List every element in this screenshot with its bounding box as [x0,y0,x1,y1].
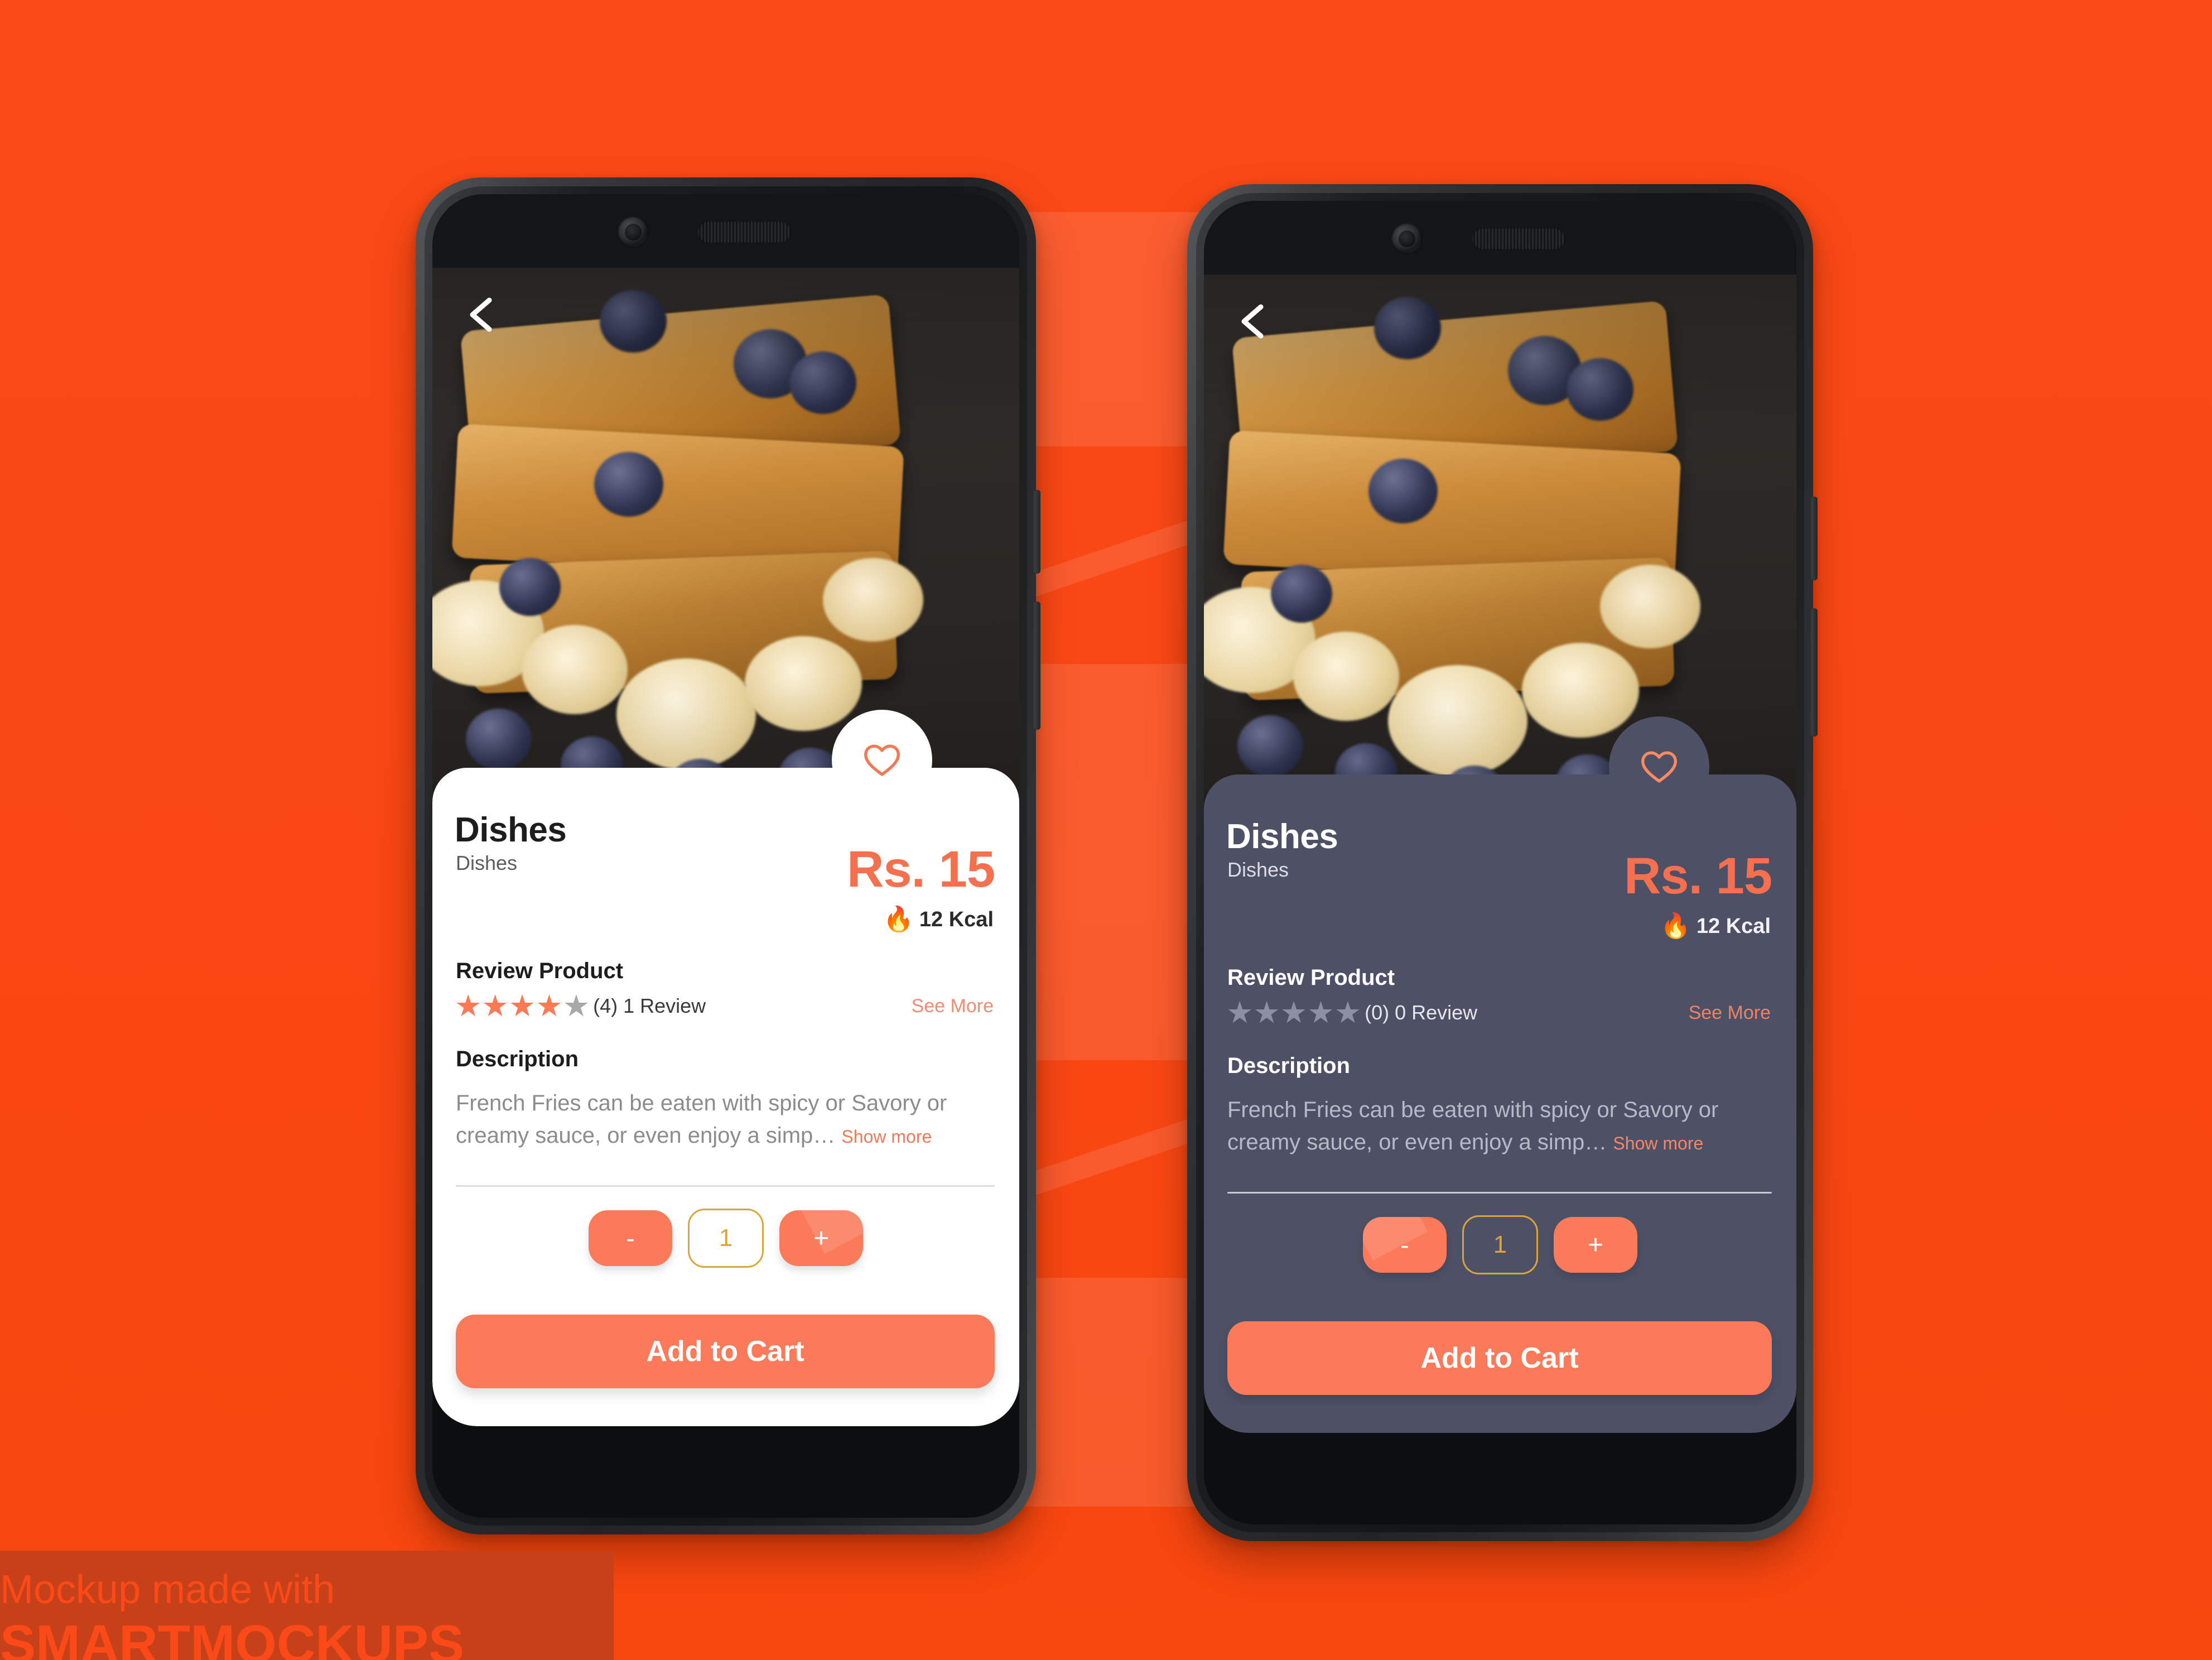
quantity-stepper: - 1 + [1204,1215,1796,1274]
add-to-cart-button[interactable]: Add to Cart [1227,1321,1772,1395]
mockup-watermark: Mockup made with SMARTMOCKUPS [0,1551,614,1660]
card-divider [1227,1192,1772,1194]
mockup-watermark-line2: SMARTMOCKUPS [0,1614,464,1660]
volume-button[interactable] [1811,608,1818,737]
add-to-cart-button[interactable]: Add to Cart [456,1315,995,1388]
flame-icon: 🔥 [883,906,914,933]
power-button[interactable] [1811,497,1818,580]
see-more-link[interactable]: See More [1689,1002,1771,1024]
description-text: French Fries can be eaten with spicy or … [456,1087,995,1152]
star-1[interactable]: ★ [1226,998,1253,1028]
star-2[interactable]: ★ [481,991,508,1021]
review-heading: Review Product [456,959,624,983]
description-heading: Description [1227,1053,1351,1078]
increment-label: + [813,1223,830,1253]
product-title: Dishes [455,811,567,849]
see-more-link[interactable]: See More [912,995,994,1017]
front-camera-icon [1391,223,1423,254]
product-price: Rs. 15 [846,841,995,898]
increment-button[interactable]: + [779,1210,863,1266]
phone-top-bezel [432,194,1019,268]
quantity-value: 1 [1493,1231,1507,1258]
description-heading: Description [456,1047,579,1071]
background [0,0,2212,1660]
quantity-field[interactable]: 1 [688,1209,764,1268]
card-divider [456,1185,995,1187]
screen-light: Dishes Dishes Rs. 15 🔥 12 Kcal Review Pr… [432,268,1019,1426]
power-button[interactable] [1034,490,1040,574]
product-subtitle: Dishes [456,851,518,874]
decrement-label: - [626,1224,635,1253]
star-5[interactable]: ★ [563,991,590,1021]
description-text: French Fries can be eaten with spicy or … [1227,1094,1772,1158]
show-more-link[interactable]: Show more [1613,1133,1703,1153]
increment-label: + [1587,1230,1604,1260]
phone-light: Dishes Dishes Rs. 15 🔥 12 Kcal Review Pr… [416,177,1040,1534]
star-4[interactable]: ★ [1307,998,1334,1028]
increment-button[interactable]: + [1554,1217,1637,1273]
review-summary: (4) 1 Review [593,994,706,1017]
rating-stars[interactable]: ★ ★ ★ ★ ★ (0) 0 Review [1226,998,1477,1028]
rating-stars[interactable]: ★ ★ ★ ★ ★ (4) 1 Review [455,991,706,1021]
product-subtitle: Dishes [1227,858,1289,881]
decrement-button[interactable]: - [589,1210,672,1266]
quantity-value: 1 [719,1224,733,1252]
front-camera-icon [618,216,649,248]
quantity-field[interactable]: 1 [1462,1215,1538,1274]
star-3[interactable]: ★ [1280,998,1307,1028]
calorie-badge: 🔥 12 Kcal [1660,914,1771,939]
back-button[interactable] [1227,295,1281,348]
chevron-left-icon [470,297,492,332]
calorie-value: 12 Kcal [919,907,994,931]
star-5[interactable]: ★ [1334,998,1361,1028]
product-price: Rs. 15 [1623,848,1772,904]
earpiece-speaker-icon [697,221,791,243]
phone-dark: Dishes Dishes Rs. 15 🔥 12 Kcal Review Pr… [1187,184,1818,1541]
add-to-cart-label: Add to Cart [1420,1342,1579,1374]
star-2[interactable]: ★ [1253,998,1280,1028]
product-detail-card: Dishes Dishes Rs. 15 🔥 12 Kcal Review Pr… [432,710,1019,1426]
review-summary: (0) 0 Review [1365,1001,1478,1024]
chevron-left-icon [1241,304,1264,339]
volume-button[interactable] [1034,602,1040,730]
show-more-link[interactable]: Show more [841,1127,932,1147]
review-heading: Review Product [1227,965,1395,990]
product-title: Dishes [1226,817,1338,856]
phone-screen-bezel: Dishes Dishes Rs. 15 🔥 12 Kcal Review Pr… [432,194,1019,1518]
calorie-badge: 🔥 12 Kcal [883,907,994,932]
mockup-watermark-line1: Mockup made with [0,1567,335,1612]
flame-icon: 🔥 [1660,912,1691,940]
quantity-stepper: - 1 + [432,1209,1019,1268]
earpiece-speaker-icon [1472,228,1565,250]
decrement-label: - [1400,1230,1409,1259]
star-4[interactable]: ★ [536,991,562,1021]
calorie-value: 12 Kcal [1696,914,1771,938]
product-detail-card: Dishes Dishes Rs. 15 🔥 12 Kcal Review Pr… [1204,716,1796,1433]
star-1[interactable]: ★ [455,991,481,1021]
add-to-cart-label: Add to Cart [646,1335,804,1368]
phone-screen-bezel: Dishes Dishes Rs. 15 🔥 12 Kcal Review Pr… [1204,201,1796,1524]
decrement-button[interactable]: - [1363,1217,1447,1273]
phone-top-bezel [1204,201,1796,275]
back-button[interactable] [456,288,509,341]
screen-dark: Dishes Dishes Rs. 15 🔥 12 Kcal Review Pr… [1204,275,1796,1433]
star-3[interactable]: ★ [509,991,536,1021]
